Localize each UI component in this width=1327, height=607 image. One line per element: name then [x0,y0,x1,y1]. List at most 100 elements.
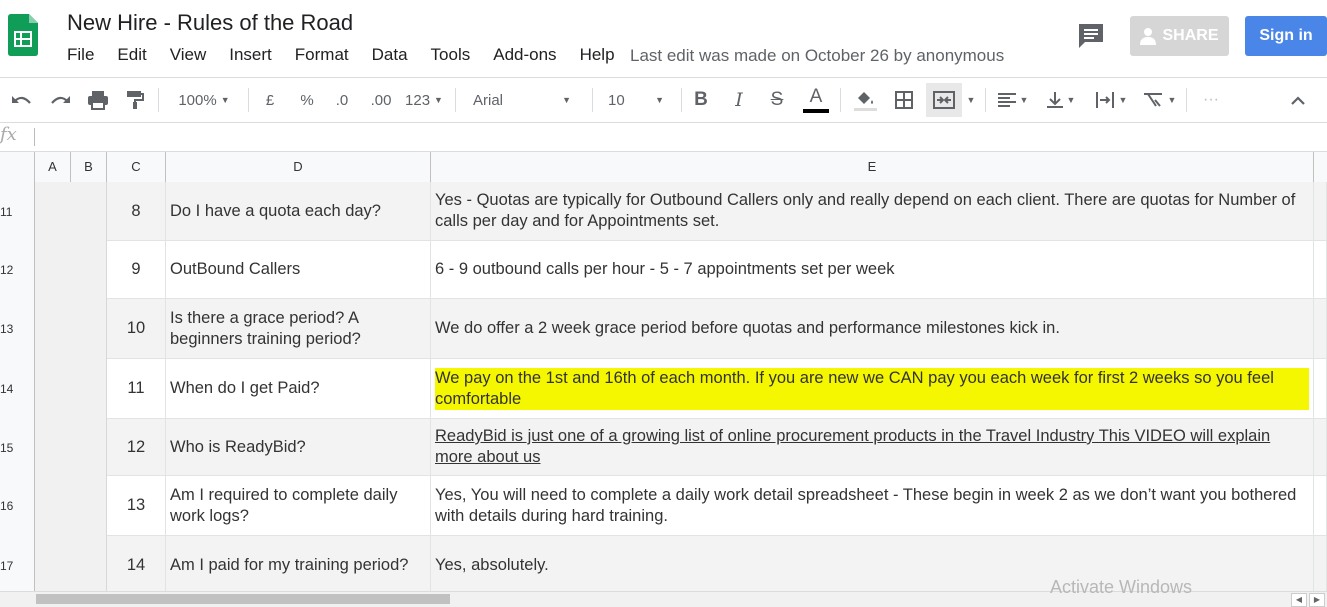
cell-a[interactable] [35,241,71,299]
select-all-corner[interactable] [0,152,35,182]
merge-dropdown-icon[interactable]: ▼ [962,78,976,122]
cell-answer[interactable]: Yes - Quotas are typically for Outbound … [431,182,1314,241]
text-rotation-icon[interactable]: ▼ [1138,78,1180,122]
italic-icon[interactable]: I [726,78,752,122]
font-family-select[interactable]: Arial ▼ [463,78,581,122]
scrollbar-thumb[interactable] [36,594,450,604]
percent-format-button[interactable]: % [293,78,321,122]
row-header[interactable]: 17 [0,536,35,592]
more-options-icon[interactable]: ··· [1196,78,1226,122]
cell-f[interactable] [1314,476,1327,536]
increase-decimal-button[interactable]: .00 [365,78,397,122]
cell-a[interactable] [35,476,71,536]
cell-question[interactable]: Am I required to complete daily work log… [166,476,431,536]
menu-insert[interactable]: Insert [229,45,272,69]
scroll-left-icon[interactable]: ◀ [1291,593,1307,607]
print-icon[interactable] [84,78,112,122]
cell-answer[interactable]: ReadyBid is just one of a growing list o… [431,419,1314,476]
cell-number[interactable]: 8 [107,182,166,241]
fill-color-icon[interactable] [850,78,880,122]
cell-f[interactable] [1314,536,1327,592]
cell-number[interactable]: 10 [107,299,166,359]
cell-number[interactable]: 14 [107,536,166,592]
cell-b[interactable] [71,299,107,359]
readybid-link[interactable]: ReadyBid is just one of a growing list o… [435,426,1309,468]
cell-a[interactable] [35,359,71,419]
menu-view[interactable]: View [170,45,207,69]
cell-b[interactable] [71,536,107,592]
cell-f[interactable] [1314,182,1327,241]
scroll-right-icon[interactable]: ▶ [1309,593,1325,607]
cell-a[interactable] [35,182,71,241]
cell-answer[interactable]: We do offer a 2 week grace period before… [431,299,1314,359]
cell-f[interactable] [1314,299,1327,359]
column-header-b[interactable]: B [71,152,107,182]
menu-edit[interactable]: Edit [117,45,146,69]
cell-number[interactable]: 12 [107,419,166,476]
sign-in-button[interactable]: Sign in [1245,16,1327,56]
zoom-select[interactable]: 100% ▼ [168,78,240,122]
last-edit-link[interactable]: Last edit was made on October 26 by anon… [630,46,1004,66]
cell-f[interactable] [1314,359,1327,419]
formula-input[interactable] [40,127,1320,147]
cell-question[interactable]: Is there a grace period? A beginners tra… [166,299,431,359]
cell-question[interactable]: When do I get Paid? [166,359,431,419]
cell-b[interactable] [71,476,107,536]
collapse-toolbar-icon[interactable] [1284,78,1312,122]
cell-number[interactable]: 9 [107,241,166,299]
cell-number[interactable]: 13 [107,476,166,536]
cell-a[interactable] [35,536,71,592]
cell-b[interactable] [71,419,107,476]
vertical-align-icon[interactable]: ▼ [1041,78,1081,122]
cell-a[interactable] [35,299,71,359]
cell-question[interactable]: OutBound Callers [166,241,431,299]
cell-answer[interactable]: We pay on the 1st and 16th of each month… [431,359,1314,419]
column-header-a[interactable]: A [35,152,71,182]
decrease-decimal-button[interactable]: .0 [328,78,356,122]
row-header[interactable]: 11 [0,182,35,241]
cell-answer[interactable]: 6 - 9 outbound calls per hour - 5 - 7 ap… [431,241,1314,299]
cell-question[interactable]: Do I have a quota each day? [166,182,431,241]
column-header-d[interactable]: D [166,152,431,182]
strikethrough-icon[interactable]: S [764,78,790,122]
font-size-select[interactable]: 10 ▼ [600,78,672,122]
row-header[interactable]: 16 [0,476,35,536]
cell-b[interactable] [71,359,107,419]
undo-icon[interactable] [8,78,36,122]
share-button[interactable]: SHARE [1130,16,1229,56]
cell-number[interactable]: 11 [107,359,166,419]
column-header-c[interactable]: C [107,152,166,182]
menu-data[interactable]: Data [372,45,408,69]
text-wrapping-icon[interactable]: ▼ [1089,78,1133,122]
redo-icon[interactable] [46,78,74,122]
cell-f[interactable] [1314,241,1327,299]
column-header-e[interactable]: E [431,152,1314,182]
more-formats-select[interactable]: 123 ▼ [401,78,447,122]
cell-a[interactable] [35,419,71,476]
text-color-icon[interactable]: A [801,78,831,122]
cell-f[interactable] [1314,419,1327,476]
menu-tools[interactable]: Tools [431,45,471,69]
cell-b[interactable] [71,241,107,299]
menu-format[interactable]: Format [295,45,349,69]
cell-question[interactable]: Am I paid for my training period? [166,536,431,592]
menu-addons[interactable]: Add-ons [493,45,556,69]
menu-file[interactable]: File [67,45,94,69]
cell-question[interactable]: Who is ReadyBid? [166,419,431,476]
currency-format-button[interactable]: £ [256,78,284,122]
bold-icon[interactable]: B [688,78,714,122]
menu-help[interactable]: Help [580,45,615,69]
horizontal-align-icon[interactable]: ▼ [993,78,1033,122]
row-header[interactable]: 12 [0,241,35,299]
paint-format-icon[interactable] [121,78,149,122]
cell-answer[interactable]: Yes, You will need to complete a daily w… [431,476,1314,536]
sheets-logo-icon[interactable] [8,14,38,56]
document-title[interactable]: New Hire - Rules of the Road [67,10,353,36]
cell-b[interactable] [71,182,107,241]
row-header[interactable]: 13 [0,299,35,359]
row-header[interactable]: 14 [0,359,35,419]
row-header[interactable]: 15 [0,419,35,476]
merge-cells-icon[interactable] [926,83,962,117]
comments-icon[interactable] [1077,22,1107,50]
borders-icon[interactable] [890,78,918,122]
